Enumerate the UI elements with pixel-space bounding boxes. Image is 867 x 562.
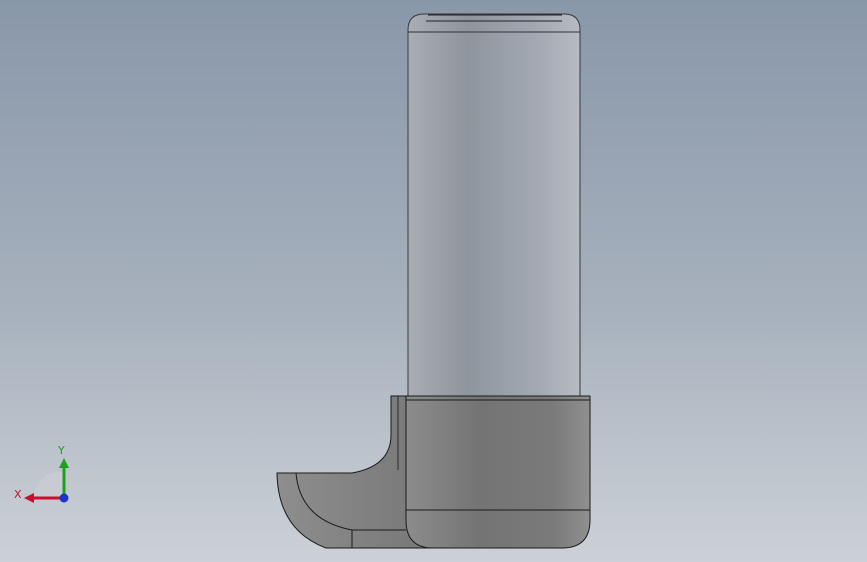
- z-axis-dot-icon: [59, 493, 69, 503]
- coordinate-triad: Y X: [14, 444, 69, 503]
- triad-plane-icon: [33, 471, 64, 498]
- tube-body[interactable]: [407, 13, 581, 397]
- graphics-viewport[interactable]: Y X: [0, 0, 867, 562]
- x-arrow-icon: [24, 493, 34, 503]
- x-axis-label: X: [14, 488, 22, 501]
- y-arrow-icon: [59, 458, 69, 468]
- part-model[interactable]: [0, 0, 867, 562]
- cap[interactable]: [405, 395, 591, 549]
- y-axis-label: Y: [57, 444, 65, 457]
